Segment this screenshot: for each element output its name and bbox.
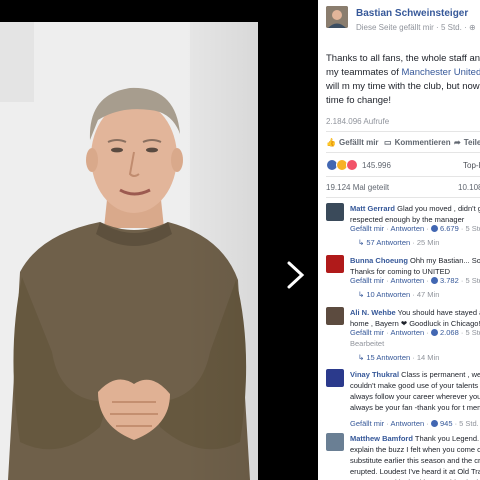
comment-like-button[interactable]: Gefällt mir <box>350 328 384 337</box>
comment-like-count[interactable]: 945 <box>440 419 453 428</box>
comment-text: Bunna Choeung Ohh my Bastian... Sor Than… <box>350 255 480 277</box>
commenter-name[interactable]: Bunna Choeung <box>350 256 408 265</box>
like-button[interactable]: 👍 Gefällt mir <box>326 138 379 147</box>
top-comments-label: Top-K <box>463 161 480 170</box>
replies-time: 47 Min <box>416 290 440 299</box>
comment-time[interactable]: 5 Std. <box>465 328 480 337</box>
reply-arrow-icon: ↳ <box>358 238 365 247</box>
replies-count: 10 Antworten <box>366 290 411 299</box>
globe-icon: ⊕ <box>468 23 476 32</box>
love-reaction-icon <box>346 159 358 171</box>
comment-reply-button[interactable]: Antworten <box>390 276 424 285</box>
replies-time: 14 Min <box>416 353 440 362</box>
divider <box>326 152 480 153</box>
comment-like-count[interactable]: 2.068 <box>440 328 459 337</box>
comment-like-count[interactable]: 6.679 <box>440 224 459 233</box>
post-panel: Bastian Schweinsteiger Diese Seite gefäl… <box>318 0 480 480</box>
like-count-icon <box>430 329 438 336</box>
comment-button[interactable]: ▭ Kommentieren <box>384 138 451 147</box>
like-count-icon <box>430 277 438 284</box>
comment-reply-button[interactable]: Antworten <box>390 328 424 337</box>
reaction-count: 145.996 <box>362 160 391 170</box>
page-like-status[interactable]: Diese Seite gefällt mir <box>356 23 434 32</box>
mentioned-page-link[interactable]: Manchester United <box>402 67 480 78</box>
post-header: Bastian Schweinsteiger Diese Seite gefäl… <box>326 6 480 34</box>
commenter-name[interactable]: Matt Gerrard <box>350 204 395 213</box>
view-replies-link[interactable]: ↳ 57 Antworten · 25 Min <box>358 238 439 247</box>
commenter-avatar[interactable] <box>326 307 344 325</box>
commenter-avatar[interactable] <box>326 203 344 221</box>
thumbs-up-icon: 👍 <box>326 138 336 147</box>
comment-like-button[interactable]: Gefällt mir <box>350 224 384 233</box>
comment-time[interactable]: 5 Std. <box>465 276 480 285</box>
comment-reply-button[interactable]: Antworten <box>390 224 424 233</box>
comment-like-button[interactable]: Gefällt mir <box>350 419 384 428</box>
commenter-avatar[interactable] <box>326 369 344 387</box>
like-count-icon <box>430 420 438 427</box>
commenter-avatar[interactable] <box>326 433 344 451</box>
comment-time[interactable]: 5 Std. <box>465 224 480 233</box>
view-replies-link[interactable]: ↳ 15 Antworten · 14 Min <box>358 353 439 362</box>
comment-button-label: Kommentieren <box>394 138 451 147</box>
top-comments-filter[interactable]: Top-K <box>463 161 480 170</box>
replies-time: 25 Min <box>416 238 440 247</box>
divider <box>326 131 480 132</box>
comment-reply-button[interactable]: Antworten <box>390 419 424 428</box>
comment-text: Vinay Thukral Class is permanent , we j … <box>350 369 480 413</box>
like-count-icon <box>430 225 438 232</box>
commenter-name[interactable]: Ali N. Wehbe <box>350 308 396 317</box>
view-replies-link[interactable]: ↳ 10 Antworten · 47 Min <box>358 290 439 299</box>
commenter-name[interactable]: Matthew Bamford <box>350 434 413 443</box>
comment-like-button[interactable]: Gefällt mir <box>350 276 384 285</box>
edited-label[interactable]: Bearbeitet <box>350 339 384 348</box>
comment-icon: ▭ <box>384 138 392 147</box>
comment-text: Matthew Bamford Thank you Legend. I expl… <box>350 433 480 480</box>
replies-count: 15 Antworten <box>366 353 411 362</box>
share-button-label: Teile <box>463 138 480 147</box>
post-meta: Diese Seite gefällt mir · 5 Std. · ⊕ <box>356 23 476 32</box>
share-icon: ➦ <box>454 138 461 147</box>
reactions-summary[interactable]: 145.996 <box>326 159 391 171</box>
comment-meta: Gefällt mir · Antworten · 6.679 · 5 Std. <box>350 224 480 233</box>
page-name-link[interactable]: Bastian Schweinsteiger <box>356 8 468 19</box>
video-wall-shadow <box>185 22 258 480</box>
share-count[interactable]: 19.124 Mal geteilt <box>326 183 389 192</box>
replies-count: 57 Antworten <box>366 238 411 247</box>
comment-meta: Gefällt mir · Antworten · 3.782 · 5 Std. <box>350 276 480 285</box>
divider <box>326 197 480 198</box>
comment-meta: Gefällt mir · Antworten · 2.068 · 5 Std. <box>350 328 480 337</box>
post-text: Thanks to all fans, the whole staff and … <box>326 52 480 108</box>
comment-like-count[interactable]: 3.782 <box>440 276 459 285</box>
commenter-avatar[interactable] <box>326 255 344 273</box>
divider <box>326 176 480 177</box>
comment-count[interactable]: 10.108 <box>458 183 480 192</box>
reply-arrow-icon: ↳ <box>358 290 365 299</box>
video-viewer <box>0 0 318 480</box>
commenter-name[interactable]: Vinay Thukral <box>350 370 399 379</box>
comment-time[interactable]: 5 Std. <box>459 419 479 428</box>
post-time[interactable]: 5 Std. <box>441 23 462 32</box>
like-button-label: Gefällt mir <box>338 138 379 147</box>
view-count: 2.184.096 Aufrufe <box>326 117 390 126</box>
comment-text: Matt Gerrard Glad you moved , didn't g r… <box>350 203 480 225</box>
share-button[interactable]: ➦ Teile <box>454 138 480 147</box>
page-avatar[interactable] <box>326 6 348 28</box>
next-arrow-icon[interactable] <box>284 260 308 290</box>
comment-meta: Gefällt mir · Antworten · 945 · 5 Std. <box>350 419 479 428</box>
video-frame[interactable] <box>0 22 258 480</box>
reply-arrow-icon: ↳ <box>358 353 365 362</box>
comment-text: Ali N. Wehbe You should have stayed a ho… <box>350 307 480 329</box>
